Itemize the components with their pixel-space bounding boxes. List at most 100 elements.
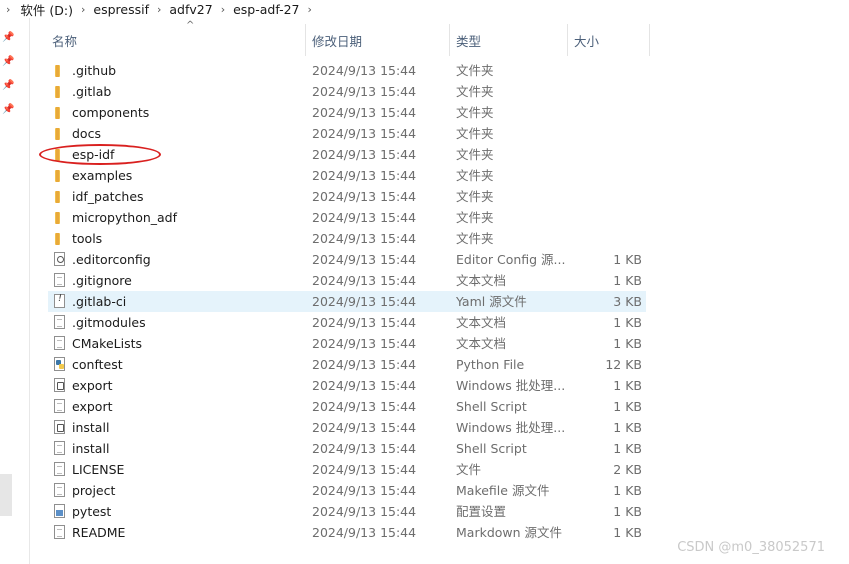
modified-date: 2024/9/13 15:44 [312,273,417,288]
file-icon [54,273,65,287]
file-size: 1 KB [613,504,642,519]
file-row[interactable]: install 2024/9/13 15:44 Windows 批处理... 1 KB [48,417,646,438]
file-type: Yaml 源文件 [456,294,527,309]
chevron-right-icon[interactable]: › [215,3,231,16]
file-type: 文本文档 [456,273,507,288]
pin-icon[interactable]: 📌 [2,56,14,68]
chevron-right-icon[interactable]: › [4,3,18,16]
file-type: 文件夹 [456,147,494,162]
folder-row[interactable]: micropython_adf 2024/9/13 15:44 文件夹 [48,207,646,228]
file-type: 文本文档 [456,315,507,330]
column-header-size[interactable]: 大小 [568,24,650,56]
file-type: Python File [456,357,525,372]
modified-date: 2024/9/13 15:44 [312,126,417,141]
file-size [568,81,642,102]
file-name: examples [72,168,133,183]
pin-icon[interactable]: 📌 [2,104,14,116]
folder-icon [55,65,60,77]
file-type: 文件夹 [456,231,494,246]
file-row[interactable]: .editorconfig 2024/9/13 15:44 Editor Confi… [48,249,646,270]
breadcrumb-item-adfv27[interactable]: adfv27 [167,2,214,17]
chevron-right-icon[interactable]: › [151,3,167,16]
file-size [568,228,642,249]
column-header-name[interactable]: 名称 ^ [46,20,306,56]
modified-date: 2024/9/13 15:44 [312,462,417,477]
folder-row[interactable]: tools 2024/9/13 15:44 文件夹 [48,228,646,249]
file-icon [54,336,65,350]
folder-icon [55,212,60,224]
file-name: CMakeLists [72,336,143,351]
chevron-right-icon[interactable]: › [302,3,318,16]
file-row[interactable]: export 2024/9/13 15:44 Shell Script 1 KB [48,396,646,417]
file-type: 文件夹 [456,189,494,204]
breadcrumb-item-espressif[interactable]: espressif [91,2,151,17]
file-size: 1 KB [613,483,642,498]
folder-row[interactable]: .github 2024/9/13 15:44 文件夹 [48,60,646,81]
modified-date: 2024/9/13 15:44 [312,231,417,246]
folder-row[interactable]: idf_patches 2024/9/13 15:44 文件夹 [48,186,646,207]
folder-row[interactable]: esp-idf 2024/9/13 15:44 文件夹 [48,144,646,165]
file-size [568,165,642,186]
file-name: install [72,420,110,435]
file-size [568,144,642,165]
pin-icon[interactable]: 📌 [2,80,14,92]
modified-date: 2024/9/13 15:44 [312,210,417,225]
file-row[interactable]: pytest 2024/9/13 15:44 配置设置 1 KB [48,501,646,522]
breadcrumb-item-drive[interactable]: 软件 (D:) [18,0,75,19]
file-size: 1 KB [613,273,642,288]
modified-date: 2024/9/13 15:44 [312,420,417,435]
file-row[interactable]: conftest 2024/9/13 15:44 Python File 12 KB [48,354,646,375]
file-type: 文件夹 [456,210,494,225]
file-size [568,123,642,144]
folder-row[interactable]: .gitlab 2024/9/13 15:44 文件夹 [48,81,646,102]
folder-icon [55,86,60,98]
file-row[interactable]: .gitlab-ci 2024/9/13 15:44 Yaml 源文件 3 KB [48,291,646,312]
file-type: Shell Script [456,441,527,456]
file-size: 3 KB [613,294,642,309]
folder-row[interactable]: docs 2024/9/13 15:44 文件夹 [48,123,646,144]
file-type: 文件夹 [456,126,494,141]
chevron-right-icon[interactable]: › [75,3,91,16]
folder-row[interactable]: examples 2024/9/13 15:44 文件夹 [48,165,646,186]
pin-icon[interactable]: 📌 [2,32,14,44]
file-size: 2 KB [613,462,642,477]
breadcrumb-item-esp-adf-27[interactable]: esp-adf-27 [231,2,301,17]
folder-icon [55,170,60,182]
navigation-pane: 📌 📌 📌 📌 [0,18,30,564]
column-header-date[interactable]: 修改日期 [306,24,450,56]
column-header-name-label: 名称 [52,33,78,49]
file-name: pytest [72,504,112,519]
modified-date: 2024/9/13 15:44 [312,378,417,393]
file-row[interactable]: README 2024/9/13 15:44 Markdown 源文件 1 KB [48,522,646,543]
file-name: install [72,441,110,456]
file-type: 文件夹 [456,84,494,99]
file-type: 文本文档 [456,336,507,351]
file-row[interactable]: project 2024/9/13 15:44 Makefile 源文件 1 KB [48,480,646,501]
file-row[interactable]: LICENSE 2024/9/13 15:44 文件 2 KB [48,459,646,480]
py-file-icon [54,357,65,371]
modified-date: 2024/9/13 15:44 [312,84,417,99]
folder-row[interactable]: components 2024/9/13 15:44 文件夹 [48,102,646,123]
scrollbar-thumb[interactable] [0,474,12,516]
column-header-type[interactable]: 类型 [450,24,568,56]
folder-icon [55,191,60,203]
file-name: idf_patches [72,189,144,204]
file-name: export [72,399,113,414]
file-icon [54,525,65,539]
modified-date: 2024/9/13 15:44 [312,189,417,204]
watermark: CSDN @m0_38052571 [677,540,825,555]
file-type: Shell Script [456,399,527,414]
file-name: project [72,483,116,498]
file-row[interactable]: .gitmodules 2024/9/13 15:44 文本文档 1 KB [48,312,646,333]
file-size [568,186,642,207]
file-name: components [72,105,150,120]
file-row[interactable]: CMakeLists 2024/9/13 15:44 文本文档 1 KB [48,333,646,354]
file-row[interactable]: export 2024/9/13 15:44 Windows 批处理... 1 KB [48,375,646,396]
file-size: 1 KB [613,420,642,435]
file-size: 1 KB [613,399,642,414]
column-header: 名称 ^ 修改日期 类型 大小 [30,20,650,56]
cfg-file-icon [54,504,65,518]
file-name: .editorconfig [72,252,151,267]
file-row[interactable]: install 2024/9/13 15:44 Shell Script 1 KB [48,438,646,459]
file-row[interactable]: .gitignore 2024/9/13 15:44 文本文档 1 KB [48,270,646,291]
